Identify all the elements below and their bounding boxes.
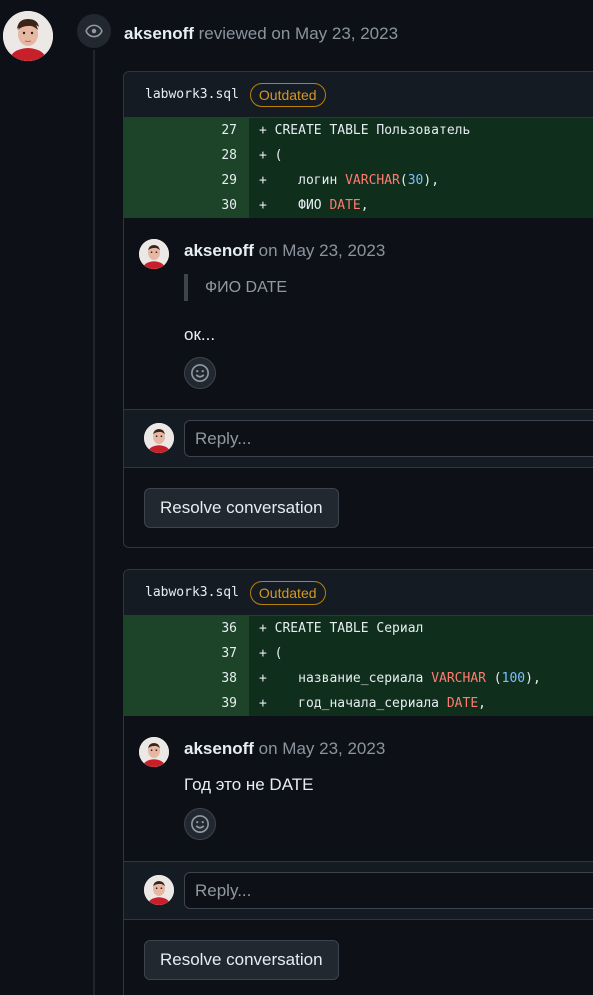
review-author-link[interactable]: aksenoff (124, 24, 194, 43)
reply-bar: Reply... (124, 861, 593, 920)
file-name-link[interactable]: labwork3.sql (145, 585, 239, 600)
review-thread: labwork3.sql Outdated 36 + CREATE TABLE … (123, 569, 593, 995)
code-text: + ФИО (259, 198, 330, 213)
outdated-badge: Outdated (249, 580, 326, 605)
code-keyword: VARCHAR (345, 173, 400, 188)
code-text: + год_начала_сериала (259, 696, 447, 711)
code-text: + название_сериала (259, 671, 432, 686)
line-code: + год_начала_сериала DATE, (249, 691, 593, 716)
comment-body: Год это не DATE (184, 775, 314, 794)
reply-input[interactable]: Reply... (184, 872, 593, 909)
diff-line: 38 + название_сериала VARCHAR (100), (124, 666, 593, 691)
code-text: + логин (259, 173, 346, 188)
current-user-avatar (144, 423, 174, 453)
code-keyword: VARCHAR (431, 671, 486, 686)
timeline-line (93, 50, 95, 995)
line-code: + название_сериала VARCHAR (100), (249, 666, 593, 691)
comment-header: aksenoff on May 23, 2023 (184, 241, 385, 261)
line-number: 28 (124, 143, 249, 168)
code-keyword: DATE (329, 198, 361, 213)
line-code: + логин VARCHAR(30), (249, 168, 593, 193)
comment-body: ок... (184, 325, 216, 344)
code-text: , (478, 696, 486, 711)
thread-file-header: labwork3.sql Outdated (124, 570, 593, 616)
diff-line: 28 + ( (124, 143, 593, 168)
outdated-badge: Outdated (249, 82, 326, 107)
review-action-text: reviewed on May 23, 2023 (193, 24, 399, 43)
diff-line: 39 + год_начала_сериала DATE, (124, 691, 593, 716)
resolve-conversation-button[interactable]: Resolve conversation (144, 940, 339, 980)
comment-avatar[interactable] (139, 239, 169, 269)
reviewer-avatar[interactable] (3, 11, 53, 61)
code-text: ), (525, 671, 541, 686)
line-code: + ( (249, 641, 593, 666)
line-code: + ( (249, 143, 593, 168)
line-code: + ФИО DATE, (249, 193, 593, 218)
add-reaction-button[interactable] (184, 808, 216, 840)
smiley-icon (191, 815, 209, 833)
line-number: 39 (124, 691, 249, 716)
review-comment: aksenoff on May 23, 2023 Год это не DATE (124, 716, 593, 861)
comment-header: aksenoff on May 23, 2023 (184, 739, 385, 759)
line-number: 37 (124, 641, 249, 666)
diff-line: 36 + CREATE TABLE Сериал (124, 616, 593, 641)
code-text: ( (485, 671, 502, 686)
reply-input[interactable]: Reply... (184, 420, 593, 457)
diff-snippet: 27 + CREATE TABLE Пользователь 28 + ( 29… (124, 118, 593, 218)
current-user-avatar (144, 875, 174, 905)
line-code: + CREATE TABLE Сериал (249, 616, 593, 641)
thread-file-header: labwork3.sql Outdated (124, 72, 593, 118)
diff-line: 27 + CREATE TABLE Пользователь (124, 118, 593, 143)
diff-line: 30 + ФИО DATE, (124, 193, 593, 218)
code-text: , (360, 198, 369, 213)
review-header: aksenoff reviewed on May 23, 2023 (124, 24, 398, 44)
code-number: 100 (501, 671, 526, 686)
line-number: 30 (124, 193, 249, 218)
comment-author-link[interactable]: aksenoff (184, 739, 254, 758)
eye-icon (85, 24, 103, 38)
comment-author-link[interactable]: aksenoff (184, 241, 254, 260)
review-thread: labwork3.sql Outdated 27 + CREATE TABLE … (123, 71, 593, 548)
code-text: ), (423, 173, 440, 188)
resolve-conversation-button[interactable]: Resolve conversation (144, 488, 339, 528)
file-name-link[interactable]: labwork3.sql (145, 87, 239, 102)
line-number: 29 (124, 168, 249, 193)
code-text: ( (399, 173, 408, 188)
code-keyword: DATE (446, 696, 479, 711)
diff-line: 37 + ( (124, 641, 593, 666)
comment-date[interactable]: on May 23, 2023 (254, 241, 386, 260)
line-number: 38 (124, 666, 249, 691)
comment-quote: ФИО DATE (184, 274, 287, 301)
line-number: 36 (124, 616, 249, 641)
line-code: + CREATE TABLE Пользователь (249, 118, 593, 143)
comment-avatar[interactable] (139, 737, 169, 767)
review-comment: aksenoff on May 23, 2023 ФИО DATE ок... (124, 218, 593, 408)
reply-bar: Reply... (124, 409, 593, 468)
diff-snippet: 36 + CREATE TABLE Сериал 37 + ( 38 + наз… (124, 616, 593, 716)
smiley-icon (191, 364, 209, 382)
comment-date[interactable]: on May 23, 2023 (254, 739, 386, 758)
code-number: 30 (407, 173, 424, 188)
add-reaction-button[interactable] (184, 357, 216, 389)
line-number: 27 (124, 118, 249, 143)
review-badge (77, 14, 111, 48)
diff-line: 29 + логин VARCHAR(30), (124, 168, 593, 193)
